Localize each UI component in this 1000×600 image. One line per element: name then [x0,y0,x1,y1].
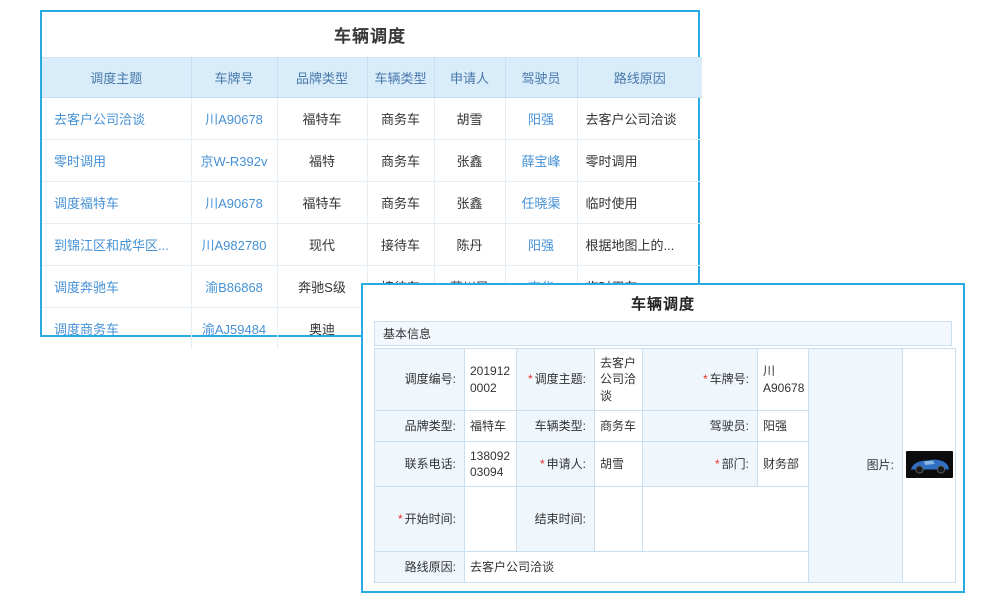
field-label-driver: 驾驶员: [643,411,758,442]
plate-link[interactable]: 川A90678 [205,112,263,127]
reason-cell: 根据地图上的... [577,224,702,266]
field-value-dispatch-no[interactable]: 2019120002 [465,349,517,411]
col-header-plate: 车牌号 [191,58,277,98]
field-value-department[interactable]: 财务部 [758,442,809,487]
field-label-vtype: 车辆类型: [517,411,595,442]
field-value-subject[interactable]: 去客户公司洽谈 [595,349,643,411]
field-value-applicant[interactable]: 胡雪 [595,442,643,487]
vtype-cell: 接待车 [367,224,434,266]
col-header-reason: 路线原因 [577,58,702,98]
vtype-cell: 商务车 [367,182,434,224]
field-label-plate: *车牌号: [643,349,758,411]
col-header-driver: 驾驶员 [505,58,577,98]
subject-link[interactable]: 去客户公司洽谈 [54,112,145,127]
col-header-subject: 调度主题 [42,58,191,98]
field-label-subject: *调度主题: [517,349,595,411]
required-asterisk: * [398,512,403,526]
car-image [906,451,953,478]
field-label-department: *部门: [643,442,758,487]
col-header-vtype: 车辆类型 [367,58,434,98]
brand-cell: 福特车 [277,182,367,224]
section-title: 基本信息 [383,325,431,342]
reason-cell: 去客户公司洽谈 [577,98,702,140]
applicant-cell: 张鑫 [434,182,505,224]
subject-link[interactable]: 零时调用 [54,154,106,169]
required-asterisk: * [715,457,720,471]
vtype-cell: 商务车 [367,140,434,182]
field-value-brand[interactable]: 福特车 [465,411,517,442]
field-value-reason[interactable]: 去客户公司洽谈 [465,552,809,583]
brand-cell: 福特 [277,140,367,182]
dispatch-detail-modal: 车辆调度 基本信息 调度编号: 2019120002 *调度主题: 去客户公司洽… [361,283,965,593]
field-label-start-time: *开始时间: [375,487,465,552]
brand-cell: 奔驰S级 [277,266,367,308]
required-asterisk: * [528,372,533,386]
driver-link[interactable]: 任晓渠 [521,196,560,211]
field-value-phone[interactable]: 13809203094 [465,442,517,487]
reason-cell: 零时调用 [577,140,702,182]
field-label-dispatch-no: 调度编号: [375,349,465,411]
table-row: 去客户公司洽谈 川A90678 福特车 商务车 胡雪 阳强 去客户公司洽谈 [42,98,702,140]
brand-cell: 现代 [277,224,367,266]
field-value-end-time[interactable] [595,487,643,552]
field-label-end-time: 结束时间: [517,487,595,552]
subject-link[interactable]: 到锦江区和成华区... [54,238,169,253]
brand-cell: 奥迪 [277,308,367,350]
vehicle-photo-cell[interactable] [903,349,956,583]
required-asterisk: * [540,457,545,471]
field-label-brand: 品牌类型: [375,411,465,442]
vtype-cell: 商务车 [367,98,434,140]
field-label-phone: 联系电话: [375,442,465,487]
basic-info-section-bar: 基本信息 [374,321,952,346]
modal-title: 车辆调度 [363,285,963,321]
table-header-row: 调度主题 车牌号 品牌类型 车辆类型 申请人 驾驶员 路线原因 [42,58,702,98]
driver-link[interactable]: 薛宝峰 [521,154,560,169]
required-asterisk: * [703,372,708,386]
applicant-cell: 张鑫 [434,140,505,182]
list-panel-title: 车辆调度 [42,12,698,57]
field-value-start-time[interactable] [465,487,517,552]
applicant-cell: 陈丹 [434,224,505,266]
driver-link[interactable]: 阳强 [528,112,554,127]
subject-link[interactable]: 调度奔驰车 [54,280,119,295]
brand-cell: 福特车 [277,98,367,140]
vehicle-dispatch-page: 车辆调度 调度主题 车牌号 品牌类型 车辆类型 申请人 驾驶员 路线原因 去客户… [0,0,1000,600]
plate-link[interactable]: 川A982780 [201,238,266,253]
field-label-applicant: *申请人: [517,442,595,487]
empty-cell [643,487,809,552]
detail-form-table: 调度编号: 2019120002 *调度主题: 去客户公司洽谈 *车牌号: 川A… [374,348,956,583]
field-value-driver[interactable]: 阳强 [758,411,809,442]
subject-link[interactable]: 调度商务车 [54,322,119,337]
col-header-brand: 品牌类型 [277,58,367,98]
subject-link[interactable]: 调度福特车 [54,196,119,211]
plate-link[interactable]: 川A90678 [205,196,263,211]
field-value-plate[interactable]: 川A90678 [758,349,809,411]
col-header-applicant: 申请人 [434,58,505,98]
table-row: 零时调用 京W-R392v 福特 商务车 张鑫 薛宝峰 零时调用 [42,140,702,182]
field-value-vtype[interactable]: 商务车 [595,411,643,442]
reason-cell: 临时使用 [577,182,702,224]
field-label-picture: 图片: [809,349,903,583]
table-row: 调度福特车 川A90678 福特车 商务车 张鑫 任晓渠 临时使用 [42,182,702,224]
table-row: 到锦江区和成华区... 川A982780 现代 接待车 陈丹 阳强 根据地图上的… [42,224,702,266]
plate-link[interactable]: 渝AJ59484 [202,322,266,337]
field-label-reason: 路线原因: [375,552,465,583]
applicant-cell: 胡雪 [434,98,505,140]
form-row: 调度编号: 2019120002 *调度主题: 去客户公司洽谈 *车牌号: 川A… [375,349,956,411]
driver-link[interactable]: 阳强 [528,238,554,253]
plate-link[interactable]: 渝B86868 [205,280,263,295]
plate-link[interactable]: 京W-R392v [201,154,268,169]
